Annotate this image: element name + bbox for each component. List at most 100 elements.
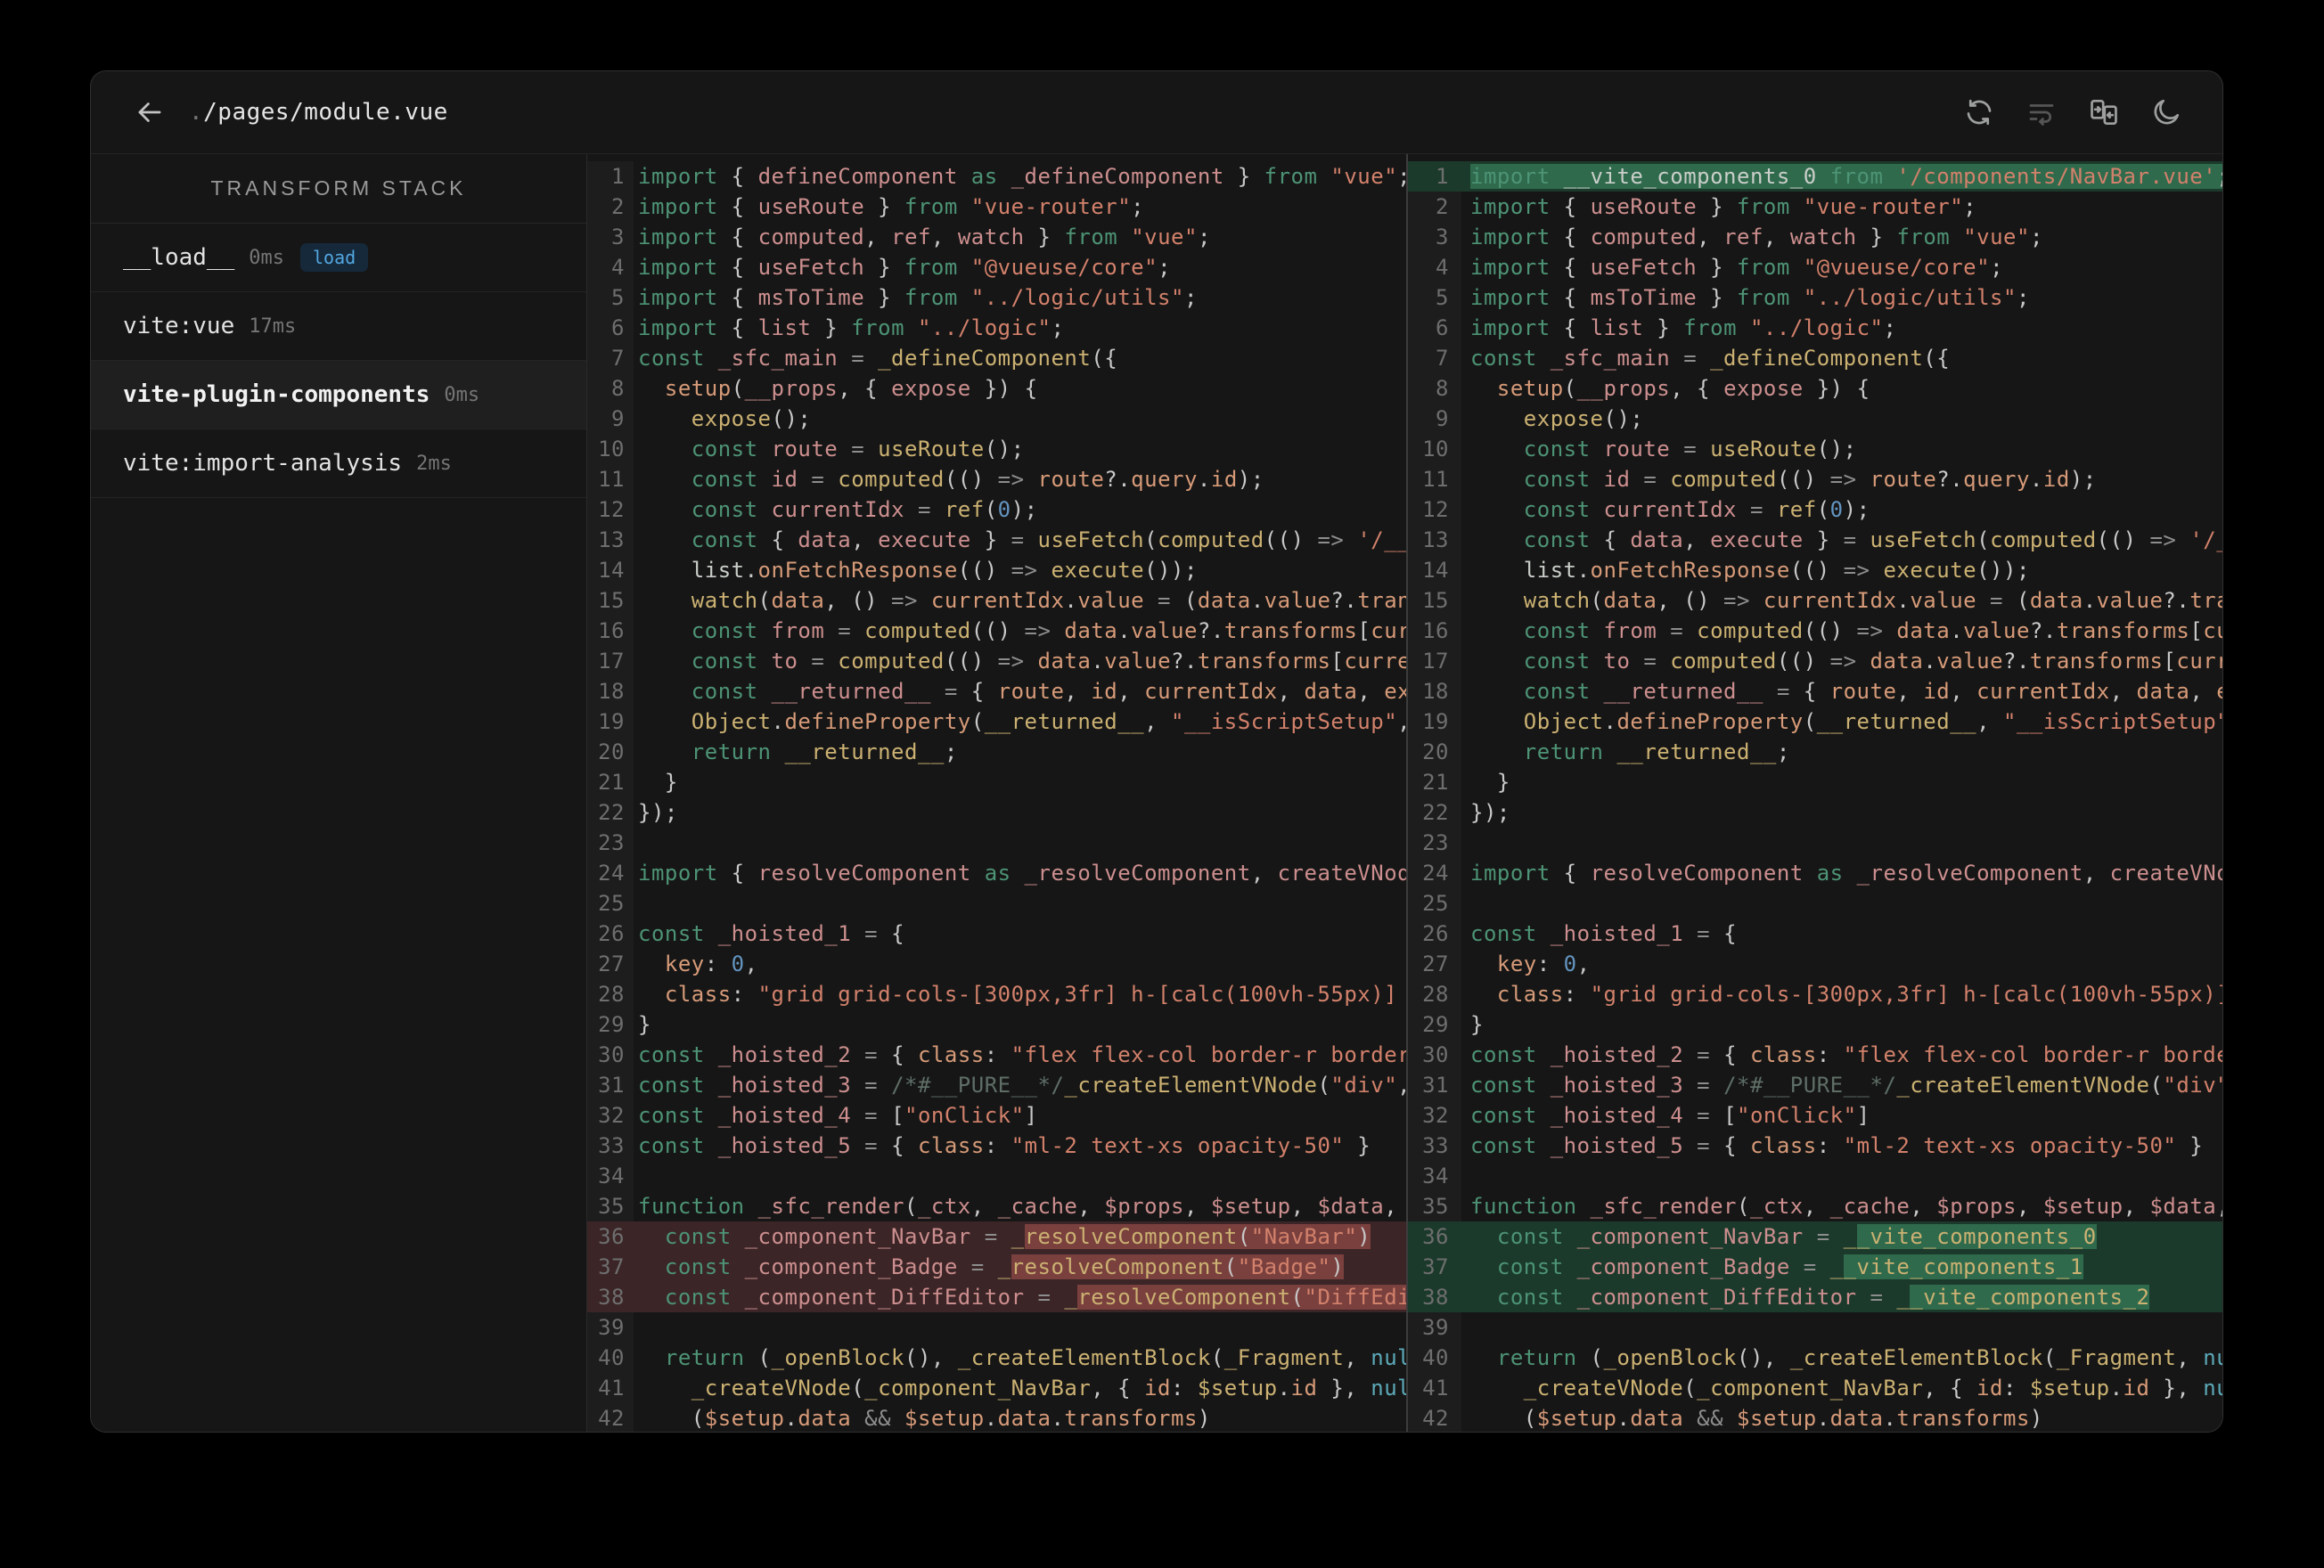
code-text: _createVNode(_component_NavBar, { id: $s… [638,1376,1406,1401]
plugin-name: vite:import-analysis [123,450,403,477]
code-text: const _hoisted_3 = /*#__PURE__*/_createE… [1470,1073,2222,1098]
code-text: const _sfc_main = _defineComponent({ [638,346,1118,371]
code-line: 15 watch(data, () => currentIdx.value = … [587,585,1406,616]
code-line: 28 class: "grid grid-cols-[300px,3fr] h-… [1408,979,2222,1009]
code-line-added: 36 const _component_NavBar = __vite_comp… [1408,1221,2222,1252]
code-text: import { list } from "../logic"; [1470,315,1897,340]
code-text: import { resolveComponent as _resolveCom… [638,861,1406,886]
transform-stack-item[interactable]: __load__ 0ms load [91,224,586,292]
file-path: ./pages/module.vue [189,99,448,126]
line-number: 1 [1436,164,1449,189]
plugin-name: vite:vue [123,313,235,339]
transform-stack-item[interactable]: vite:vue 17ms [91,292,586,361]
line-number: 15 [1408,585,1461,616]
code-text: const _component_Badge = _resolveCompone… [638,1254,1345,1279]
code-line: 7 const _sfc_main = _defineComponent({ [587,343,1406,373]
code-text: import { list } from "../logic"; [638,315,1065,340]
code-panel-after[interactable]: 1 import __vite_components_0 from '/compo… [1408,154,2222,1432]
line-number: 8 [1408,373,1461,404]
line-number: 18 [587,676,634,706]
code-text: const _component_DiffEditor = __vite_com… [1470,1285,2150,1310]
compare-panes-button[interactable] [2083,92,2124,133]
code-line: 8 setup(__props, { expose }) { [587,373,1406,404]
code-text: function _sfc_render(_ctx, _cache, $prop… [1470,1194,2222,1219]
line-number: 35 [1408,1191,1461,1221]
code-line-added: 1 import __vite_components_0 from '/compo… [1408,161,2222,192]
code-line: 21 } [1408,767,2222,797]
code-text: import { computed, ref, watch } from "vu… [1470,225,2043,249]
code-text: const { data, execute } = useFetch(compu… [638,527,1406,552]
code-text: } [638,770,678,795]
line-number: 6 [587,313,634,343]
code-text: const _hoisted_5 = { class: "ml-2 text-x… [1470,1133,2204,1158]
code-text: import { defineComponent as _defineCompo… [638,164,1406,189]
code-line: 40 return (_openBlock(), _createElementB… [1408,1343,2222,1373]
code-text: const _hoisted_5 = { class: "ml-2 text-x… [638,1133,1371,1158]
plugin-time: 2ms [416,452,452,475]
code-line: 15 watch(data, () => currentIdx.value = … [1408,585,2222,616]
code-line: 23 [587,828,1406,858]
line-number: 33 [1408,1131,1461,1161]
code-text: const currentIdx = ref(0); [638,497,1038,522]
line-number: 24 [587,858,634,888]
code-text: import { resolveComponent as _resolveCom… [1470,861,2222,886]
line-number: 41 [1408,1373,1461,1403]
code-line: 35 function _sfc_render(_ctx, _cache, $pr… [587,1191,1406,1221]
code-text: const to = computed(() => data.value?.tr… [1470,649,2222,674]
code-line: 42 ($setup.data && $setup.data.transform… [1408,1403,2222,1432]
refresh-button[interactable] [1959,92,2000,133]
line-number: 19 [1408,706,1461,737]
transform-stack-item[interactable]: vite:import-analysis 2ms [91,429,586,498]
line-number: 26 [587,919,634,949]
back-button[interactable] [130,93,169,132]
line-number: 25 [587,888,634,919]
line-number: 28 [1408,979,1461,1009]
code-line: 20 return __returned__; [587,737,1406,767]
word-wrap-button[interactable] [2021,92,2062,133]
code-text: import { useFetch } from "@vueuse/core"; [1470,255,2004,280]
code-line: 30 const _hoisted_2 = { class: "flex flex… [1408,1040,2222,1070]
line-number: 27 [1408,949,1461,979]
code-line: 23 [1408,828,2222,858]
code-line: 4 import { useFetch } from "@vueuse/core"… [587,252,1406,282]
code-line: 33 const _hoisted_5 = { class: "ml-2 text… [1408,1131,2222,1161]
line-number: 38 [1422,1285,1449,1310]
line-number: 12 [1408,494,1461,525]
code-line: 26 const _hoisted_1 = { [587,919,1406,949]
line-number: 31 [1408,1070,1461,1100]
theme-toggle-button[interactable] [2146,92,2187,133]
code-text: const _hoisted_4 = ["onClick"] [1470,1103,1870,1128]
code-line: 2 import { useRoute } from "vue-router"; [587,192,1406,222]
code-line: 35 function _sfc_render(_ctx, _cache, $pr… [1408,1191,2222,1221]
line-number: 16 [1408,616,1461,646]
line-number: 40 [587,1343,634,1373]
line-number: 35 [587,1191,634,1221]
code-text: const __returned__ = { route, id, curren… [638,679,1406,704]
line-number: 29 [1408,1009,1461,1040]
line-number: 3 [587,222,634,252]
line-number: 13 [1408,525,1461,555]
code-line: 29} [587,1009,1406,1040]
plugin-time: 0ms [444,383,480,406]
code-text: return (_openBlock(), _createElementBloc… [1470,1345,2222,1370]
code-line: 31 const _hoisted_3 = /*#__PURE__*/_creat… [1408,1070,2222,1100]
line-number: 32 [587,1100,634,1131]
code-line-added: 38 const _component_DiffEditor = __vite_… [1408,1282,2222,1312]
line-number: 38 [598,1285,625,1310]
code-text: const to = computed(() => data.value?.tr… [638,649,1406,674]
line-number: 20 [587,737,634,767]
code-panel-before[interactable]: 1 import { defineComponent as _defineComp… [587,154,1406,1432]
line-number: 21 [587,767,634,797]
line-number: 33 [587,1131,634,1161]
file-path-prefix: . [189,99,204,126]
code-line: 26 const _hoisted_1 = { [1408,919,2222,949]
transform-stack-item[interactable]: vite-plugin-components 0ms [91,361,586,429]
code-text: const from = computed(() => data.value?.… [1470,618,2222,643]
line-number: 11 [587,464,634,494]
code-line: 4 import { useFetch } from "@vueuse/core"… [1408,252,2222,282]
plugin-name: __load__ [123,244,235,271]
line-number: 39 [1408,1312,1461,1343]
line-number: 22 [587,797,634,828]
